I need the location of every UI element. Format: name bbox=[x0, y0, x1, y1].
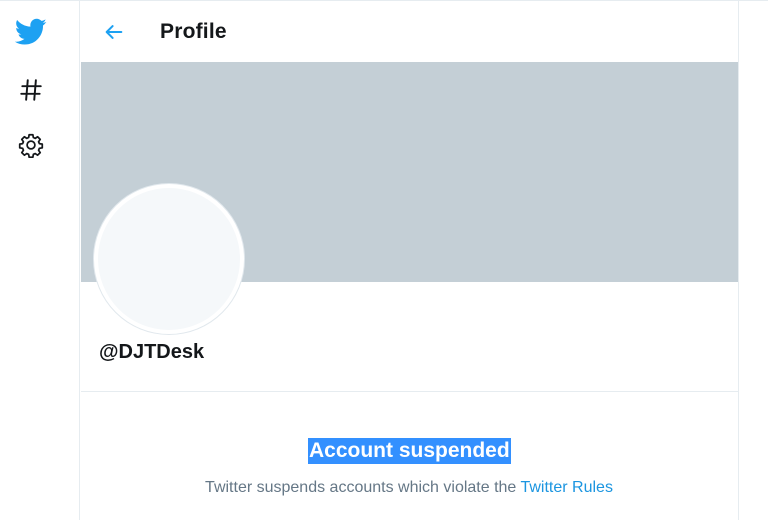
hashtag-icon bbox=[20, 79, 42, 101]
page-title: Profile bbox=[160, 20, 227, 43]
avatar[interactable] bbox=[94, 184, 244, 334]
divider bbox=[81, 391, 738, 392]
profile-header: Profile bbox=[80, 1, 738, 62]
settings-button[interactable] bbox=[12, 126, 50, 164]
back-arrow-icon bbox=[105, 25, 123, 39]
twitter-rules-link[interactable]: Twitter Rules bbox=[520, 479, 612, 496]
profile-handle: @DJTDesk bbox=[99, 341, 205, 363]
gear-icon bbox=[18, 133, 44, 158]
suspended-message: Twitter suspends accounts which violate … bbox=[80, 479, 738, 497]
back-button[interactable] bbox=[98, 16, 130, 48]
suspended-message-prefix: Twitter suspends accounts which violate … bbox=[205, 479, 521, 496]
profile-main-column: Profile @DJTDesk Account suspended Twitt… bbox=[80, 1, 739, 520]
explore-button[interactable] bbox=[12, 71, 50, 109]
app-window: Profile @DJTDesk Account suspended Twitt… bbox=[0, 0, 768, 520]
suspended-title: Account suspended bbox=[308, 438, 511, 464]
twitter-bird-icon bbox=[15, 18, 47, 45]
sidebar-nav bbox=[0, 1, 80, 520]
twitter-logo-button[interactable] bbox=[12, 13, 50, 51]
